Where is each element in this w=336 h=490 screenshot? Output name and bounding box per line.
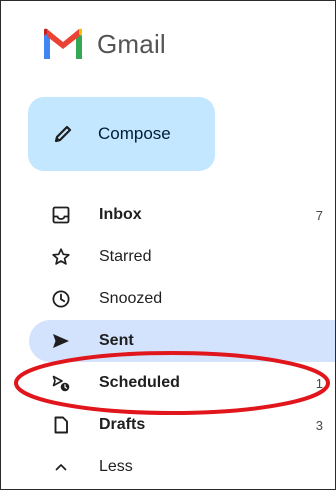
sidebar-item-label: Drafts [99,416,146,433]
drafts-count: 3 [315,417,323,433]
app-header: Gmail [41,27,166,61]
clock-icon [50,288,72,310]
sidebar-item-label: Inbox [99,206,142,223]
compose-label: Compose [98,124,171,143]
inbox-icon [50,204,72,226]
draft-icon [50,414,72,436]
chevron-up-icon [50,456,72,478]
sidebar-item-less[interactable]: Less [1,446,335,488]
scheduled-icon [50,372,72,394]
scheduled-count: 1 [315,375,323,391]
sidebar-item-drafts[interactable]: Drafts 3 [1,404,335,446]
send-icon [50,330,72,352]
sidebar-nav: Inbox 7 Starred Snoozed Sent Scheduled 1… [1,194,335,488]
sidebar-item-label: Less [99,458,133,475]
sidebar-item-label: Snoozed [99,290,163,307]
sidebar-item-label: Sent [99,332,134,349]
pencil-icon [51,122,75,146]
star-icon [50,246,72,268]
sidebar-item-sent[interactable]: Sent [1,320,335,362]
sidebar-item-label: Starred [99,248,152,265]
app-title: Gmail [97,29,166,59]
sidebar-item-snoozed[interactable]: Snoozed [1,278,335,320]
compose-button[interactable]: Compose [28,97,215,171]
sidebar-item-scheduled[interactable]: Scheduled 1 [1,362,335,404]
unread-count: 7 [315,207,323,223]
gmail-logo-icon[interactable] [41,27,85,61]
sidebar-item-inbox[interactable]: Inbox 7 [1,194,335,236]
gmail-sidebar: Gmail Compose Inbox 7 Starred Snoozed Se… [0,0,336,490]
sidebar-item-starred[interactable]: Starred [1,236,335,278]
sidebar-item-label: Scheduled [99,374,180,391]
